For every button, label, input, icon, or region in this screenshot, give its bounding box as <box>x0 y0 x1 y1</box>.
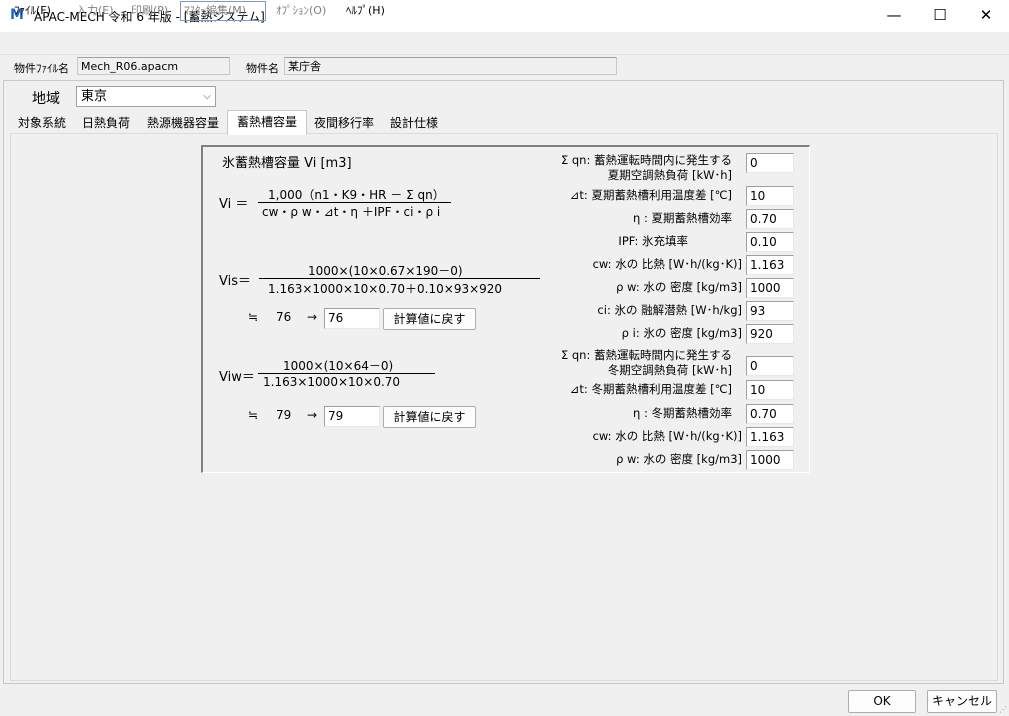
menu-help[interactable]: ﾍﾙﾌﾟ(H) <box>346 3 385 19</box>
calc-title: 氷蓄熱槽容量 Vi [m3] <box>222 156 352 171</box>
menu-options[interactable]: ｵﾌﾟｼｮﾝ(O) <box>276 3 326 19</box>
winter-temp-diff-input[interactable]: 10 <box>746 380 794 400</box>
vi-label: Vi ＝ <box>219 197 249 212</box>
close-button[interactable]: ✕ <box>963 0 1009 32</box>
minimize-button[interactable]: — <box>871 0 917 32</box>
winter-temp-diff-label: ⊿t: 冬期蓄熱槽利用温度差 [℃] <box>569 382 732 396</box>
winter-efficiency-label: η : 冬期蓄熱槽効率 <box>633 406 732 420</box>
tab-night-shift-rate[interactable]: 夜間移行率 <box>308 113 380 133</box>
summer-rho-w-label: ρ w: 水の 密度 [kg/m3] <box>616 280 742 294</box>
vi-numerator: 1,000（n1・K9・HR － Σ qn） <box>268 188 445 202</box>
cancel-button[interactable]: キャンセル <box>927 690 997 713</box>
project-name-label: 物件名 <box>246 62 279 75</box>
viw-calculated-value: 79 <box>276 408 292 422</box>
winter-rho-w-label: ρ w: 水の 密度 [kg/m3] <box>616 452 742 466</box>
resize-grip-icon[interactable]: ⋰ <box>999 705 1007 714</box>
winter-efficiency-input[interactable]: 0.70 <box>746 404 794 424</box>
file-name-label: 物件ﾌｧｲﾙ名 <box>14 62 69 75</box>
viw-numerator: 1000×(10×64－0) <box>283 359 394 373</box>
rho-i-input[interactable]: 920 <box>746 324 794 344</box>
tab-heat-source-capacity[interactable]: 熱源機器容量 <box>140 113 226 133</box>
vis-arrow: → <box>307 310 318 324</box>
ipf-label: IPF: 氷充填率 <box>618 234 688 248</box>
summer-load-label: Σ qn: 蓄熱運転時間内に発生する <box>560 153 732 167</box>
viw-input[interactable]: 79 <box>324 406 380 427</box>
vis-input[interactable]: 76 <box>324 308 380 329</box>
maximize-button[interactable]: ☐ <box>917 0 963 32</box>
region-select[interactable]: 東京 ⌵ <box>76 86 216 107</box>
menu-file[interactable]: ﾌｧｲﾙ(F) <box>14 3 51 19</box>
ipf-input[interactable]: 0.10 <box>746 232 794 252</box>
summer-cw-label: cw: 水の 比熱 [W･h/(kg･K)] <box>592 257 742 271</box>
vis-reset-button[interactable]: 計算値に戻す <box>383 308 476 330</box>
region-label: 地域 <box>32 91 60 107</box>
viw-denominator: 1.163×1000×10×0.70 <box>263 375 401 389</box>
winter-load-input[interactable]: 0 <box>746 356 794 376</box>
ci-label: ci: 氷の 融解潜熱 [W･h/kg] <box>597 303 742 317</box>
winter-load-label: Σ qn: 蓄熱運転時間内に発生する <box>560 348 732 362</box>
region-value: 東京 <box>81 89 108 104</box>
menu-print[interactable]: 印刷(P) <box>131 3 168 19</box>
winter-rho-w-input[interactable]: 1000 <box>746 450 794 470</box>
menu-input[interactable]: 入力(E) <box>76 3 114 19</box>
ci-input[interactable]: 93 <box>746 301 794 321</box>
summer-efficiency-input[interactable]: 0.70 <box>746 209 794 229</box>
ok-button[interactable]: OK <box>848 690 916 713</box>
viw-approx-symbol: ≒ <box>248 408 259 422</box>
summer-temp-diff-label: ⊿t: 夏期蓄熱槽利用温度差 [℃] <box>569 188 732 202</box>
winter-cw-label: cw: 水の 比熱 [W･h/(kg･K)] <box>592 429 742 443</box>
tab-target-system[interactable]: 対象系統 <box>12 113 72 133</box>
winter-cw-input[interactable]: 1.163 <box>746 427 794 447</box>
vis-label: Vis＝ <box>219 274 251 289</box>
chevron-down-icon: ⌵ <box>203 91 211 102</box>
viw-arrow: → <box>307 408 318 422</box>
viw-label: Viw＝ <box>219 370 255 385</box>
vis-approx-symbol: ≒ <box>248 310 259 324</box>
summer-load-input[interactable]: 0 <box>746 153 794 173</box>
tab-storage-tank-capacity[interactable]: 蓄熱槽容量 <box>227 110 307 135</box>
vi-denominator: cw・ρ w・⊿t・η ＋IPF・ci・ρ i <box>262 205 441 219</box>
file-name-field: Mech_R06.apacm <box>77 57 230 75</box>
vis-numerator: 1000×(10×0.67×190－0) <box>308 264 463 278</box>
viw-fraction-line <box>258 373 435 374</box>
summer-temp-diff-input[interactable]: 10 <box>746 186 794 206</box>
vis-denominator: 1.163×1000×10×0.70＋0.10×93×920 <box>268 282 503 296</box>
menu-bar <box>0 32 1009 55</box>
vis-calculated-value: 76 <box>276 310 292 324</box>
winter-load-label-2: 冬期空調熱負荷 [kW･h] <box>607 363 732 377</box>
summer-cw-input[interactable]: 1.163 <box>746 255 794 275</box>
summer-efficiency-label: η : 夏期蓄熱槽効率 <box>633 211 732 225</box>
tab-daily-heat-load[interactable]: 日熱負荷 <box>76 113 136 133</box>
project-name-field: 某庁舎 <box>284 57 617 75</box>
tab-design-spec[interactable]: 設計仕様 <box>384 113 444 133</box>
viw-reset-button[interactable]: 計算値に戻す <box>383 406 476 428</box>
rho-i-label: ρ i: 氷の 密度 [kg/m3] <box>621 326 742 340</box>
summer-rho-w-input[interactable]: 1000 <box>746 278 794 298</box>
summer-load-label-2: 夏期空調熱負荷 [kW･h] <box>607 168 732 182</box>
menu-master-edit[interactable]: ﾏｽﾀｰ編集(M) <box>180 1 266 21</box>
